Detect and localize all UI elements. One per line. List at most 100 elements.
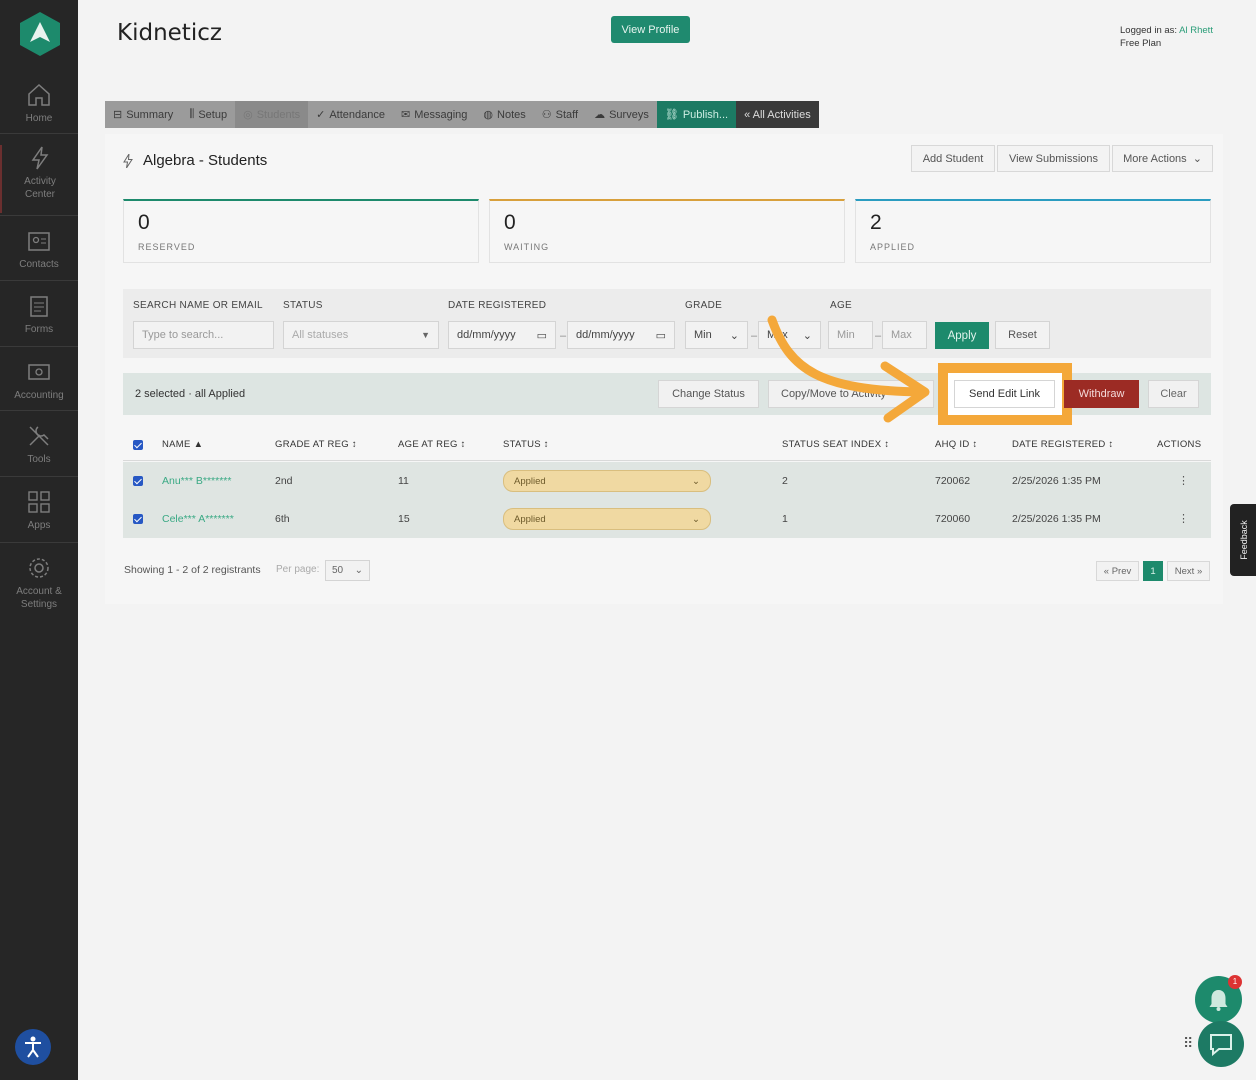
tab-attendance[interactable]: ✓ Attendance bbox=[308, 101, 393, 128]
sidebar-item-activity-center[interactable]: Activity Center bbox=[0, 145, 78, 213]
setup-icon: ⫼ bbox=[189, 108, 195, 120]
per-page-value: 50 bbox=[332, 565, 344, 576]
tab-label: Summary bbox=[126, 108, 174, 121]
seat-index-cell: 2 bbox=[782, 475, 788, 487]
column-header-seat-index[interactable]: STATUS SEAT INDEX ↕ bbox=[782, 439, 889, 450]
status-select[interactable]: Applied ⌄ bbox=[503, 508, 711, 530]
stat-value: 0 bbox=[504, 211, 516, 234]
date-from-input[interactable]: dd/mm/yyyy ▭ bbox=[448, 321, 556, 349]
grade-min-value: Min bbox=[694, 329, 712, 341]
column-header-grade[interactable]: GRADE AT REG ↕ bbox=[275, 439, 357, 450]
view-submissions-button[interactable]: View Submissions bbox=[997, 145, 1110, 172]
status-value: Applied bbox=[514, 513, 546, 525]
stat-value: 0 bbox=[138, 211, 150, 234]
row-checkbox[interactable] bbox=[133, 476, 143, 486]
withdraw-button[interactable]: Withdraw bbox=[1064, 380, 1139, 408]
tab-staff[interactable]: ⚇ Staff bbox=[534, 101, 586, 128]
seat-index-cell: 1 bbox=[782, 513, 788, 525]
next-page-button[interactable]: Next » bbox=[1167, 561, 1210, 581]
date-to-input[interactable]: dd/mm/yyyy ▭ bbox=[567, 321, 675, 349]
clear-button[interactable]: Clear bbox=[1148, 380, 1199, 408]
apply-button[interactable]: Apply bbox=[935, 322, 989, 349]
tab-messaging[interactable]: ✉ Messaging bbox=[393, 101, 475, 128]
tab-students[interactable]: ◎ Students bbox=[235, 101, 309, 128]
chevron-down-icon: ⌄ bbox=[729, 329, 739, 342]
showing-count: Showing 1 - 2 of 2 registrants bbox=[124, 564, 261, 576]
row-actions-kebab-icon[interactable]: ⋮ bbox=[1178, 474, 1189, 487]
sidebar-item-contacts[interactable]: Contacts bbox=[0, 228, 78, 271]
column-header-date[interactable]: DATE REGISTERED ↕ bbox=[1012, 439, 1114, 450]
prev-page-button[interactable]: « Prev bbox=[1096, 561, 1139, 581]
grade-max-select[interactable]: Max ⌄ bbox=[758, 321, 821, 349]
ahq-id-cell: 720062 bbox=[935, 475, 971, 487]
sidebar-item-apps[interactable]: Apps bbox=[0, 489, 78, 532]
stat-waiting: 0 WAITING bbox=[489, 199, 845, 263]
cloud-icon: ☁ bbox=[594, 109, 606, 121]
tab-label: Staff bbox=[555, 108, 579, 121]
age-min-placeholder: Min bbox=[837, 329, 855, 341]
more-actions-button[interactable]: More Actions ⌄ bbox=[1112, 145, 1213, 172]
row-actions-kebab-icon[interactable]: ⋮ bbox=[1178, 512, 1189, 525]
per-page-select[interactable]: 50 ⌄ bbox=[325, 560, 370, 581]
age-max-input[interactable]: Max bbox=[882, 321, 927, 349]
page-1-button[interactable]: 1 bbox=[1143, 561, 1163, 581]
student-name-link[interactable]: Anu*** B******* bbox=[162, 475, 231, 487]
user-link[interactable]: Al Rhett bbox=[1179, 25, 1213, 36]
grade-cell: 2nd bbox=[275, 475, 293, 487]
app-logo-icon[interactable] bbox=[20, 12, 60, 56]
forms-icon bbox=[30, 296, 48, 317]
lightning-icon bbox=[31, 146, 49, 170]
sidebar-item-accounting[interactable]: Accounting bbox=[0, 359, 78, 402]
status-label: STATUS bbox=[283, 300, 323, 311]
tab-notes[interactable]: ◍ Notes bbox=[475, 101, 533, 128]
add-student-label: Add Student bbox=[922, 152, 984, 165]
sidebar-item-label: Home bbox=[25, 113, 53, 124]
column-header-age[interactable]: AGE AT REG ↕ bbox=[398, 439, 466, 450]
page-title: Kidneticz bbox=[117, 20, 222, 46]
column-header-ahq-id[interactable]: AHQ ID ↕ bbox=[935, 439, 978, 450]
tools-icon bbox=[29, 426, 49, 446]
students-icon: ◎ bbox=[243, 109, 253, 121]
student-name-link[interactable]: Cele*** A******* bbox=[162, 513, 234, 525]
tab-publish[interactable]: ⛓ Publish... bbox=[656, 101, 737, 128]
sidebar-item-account-settings[interactable]: Account & Settings bbox=[0, 555, 78, 611]
search-input[interactable]: Type to search... bbox=[133, 321, 274, 349]
add-student-button[interactable]: Add Student bbox=[911, 145, 995, 172]
status-select-value: All statuses bbox=[292, 329, 349, 341]
accessibility-icon bbox=[25, 1036, 41, 1058]
sidebar-item-tools[interactable]: Tools bbox=[0, 423, 78, 466]
sidebar-item-forms[interactable]: Forms bbox=[0, 293, 78, 336]
tab-all-activities[interactable]: « All Activities bbox=[736, 101, 819, 128]
reset-button[interactable]: Reset bbox=[995, 321, 1050, 349]
section-title: Algebra - Students bbox=[123, 152, 267, 169]
sidebar-item-label: Contacts bbox=[19, 259, 59, 270]
gear-icon bbox=[29, 558, 49, 578]
send-edit-link-button[interactable]: Send Edit Link bbox=[954, 380, 1055, 408]
tab-surveys[interactable]: ☁ Surveys bbox=[586, 101, 657, 128]
sidebar-item-label: Account & Settings bbox=[16, 586, 62, 610]
feedback-tab[interactable]: Feedback bbox=[1230, 504, 1256, 576]
age-min-input[interactable]: Min bbox=[828, 321, 873, 349]
change-status-label: Change Status bbox=[672, 388, 745, 400]
apps-icon bbox=[28, 491, 50, 513]
stat-reserved: 0 RESERVED bbox=[123, 199, 479, 263]
sidebar-item-label: Apps bbox=[27, 520, 51, 531]
copy-move-button[interactable]: Copy/Move to Activity bbox=[768, 380, 934, 408]
tab-summary[interactable]: ⊟ Summary bbox=[105, 101, 181, 128]
accessibility-button[interactable] bbox=[15, 1029, 51, 1065]
view-profile-button[interactable]: View Profile bbox=[611, 16, 690, 43]
chat-button[interactable] bbox=[1198, 1021, 1244, 1067]
select-all-checkbox[interactable] bbox=[133, 440, 143, 450]
staff-icon: ⚇ bbox=[541, 109, 552, 121]
tab-setup[interactable]: ⫼ Setup bbox=[181, 101, 235, 128]
sidebar-item-home[interactable]: Home bbox=[0, 82, 78, 125]
status-select[interactable]: All statuses ▼ bbox=[283, 321, 439, 349]
column-header-name[interactable]: NAME ▲ bbox=[162, 439, 203, 450]
row-checkbox[interactable] bbox=[133, 514, 143, 524]
sidebar-item-label: Forms bbox=[24, 324, 54, 335]
status-select[interactable]: Applied ⌄ bbox=[503, 470, 711, 492]
column-header-status[interactable]: STATUS ↕ bbox=[503, 439, 549, 450]
grade-min-select[interactable]: Min ⌄ bbox=[685, 321, 748, 349]
drag-handle-icon[interactable]: ⠿ bbox=[1183, 1036, 1193, 1050]
change-status-button[interactable]: Change Status bbox=[658, 380, 759, 408]
